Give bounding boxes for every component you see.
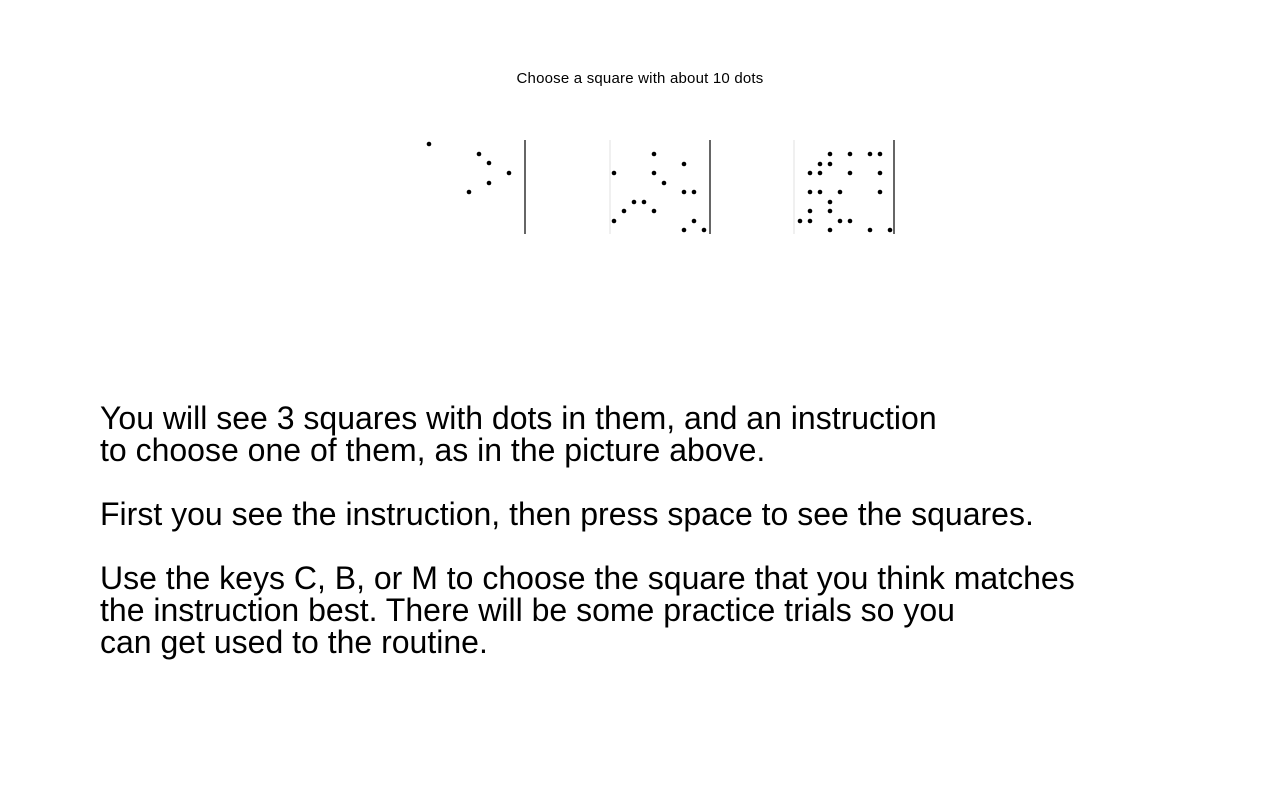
- dot: [877, 151, 883, 157]
- dot-group: [426, 141, 512, 195]
- dot: [877, 170, 883, 176]
- dot: [807, 218, 813, 224]
- dot: [621, 208, 627, 214]
- dot: [827, 199, 833, 205]
- dot: [807, 170, 813, 176]
- dot: [681, 189, 687, 195]
- dot: [651, 170, 657, 176]
- dot: [466, 189, 472, 195]
- dot: [817, 170, 823, 176]
- instructions-paragraph-1: You will see 3 squares with dots in them…: [100, 402, 1230, 466]
- dot: [691, 218, 697, 224]
- dot: [887, 227, 893, 233]
- instruction-line: Use the keys C, B, or M to choose the sq…: [100, 560, 1075, 596]
- dot: [837, 189, 843, 195]
- dot: [486, 160, 492, 166]
- instruction-line: to choose one of them, as in the picture…: [100, 432, 766, 468]
- dot-square-right: [793, 140, 895, 234]
- dot: [486, 180, 492, 186]
- dot: [691, 189, 697, 195]
- dot-group: [797, 151, 893, 233]
- dot: [827, 227, 833, 233]
- dot: [651, 151, 657, 157]
- dot-square-left: [426, 140, 526, 234]
- dot: [867, 227, 873, 233]
- dot: [807, 208, 813, 214]
- dot: [827, 161, 833, 167]
- dot: [877, 189, 883, 195]
- dot: [426, 141, 432, 147]
- instructions-paragraph-2: First you see the instruction, then pres…: [100, 498, 1230, 530]
- dot-group: [611, 151, 707, 233]
- dot-squares-figure: [0, 0, 1280, 300]
- dot-squares-svg: [426, 140, 895, 234]
- dot: [797, 218, 803, 224]
- dot: [847, 218, 853, 224]
- dot: [807, 189, 813, 195]
- dot: [641, 199, 647, 205]
- instructions-text: You will see 3 squares with dots in them…: [100, 402, 1230, 690]
- dot: [847, 151, 853, 157]
- dot: [827, 208, 833, 214]
- dot: [651, 208, 657, 214]
- dot: [611, 218, 617, 224]
- dot: [681, 227, 687, 233]
- dot: [506, 170, 512, 176]
- dot: [817, 161, 823, 167]
- dot: [847, 170, 853, 176]
- dot: [476, 151, 482, 157]
- dot-square-middle: [609, 140, 711, 234]
- instructions-paragraph-3: Use the keys C, B, or M to choose the sq…: [100, 562, 1230, 658]
- dot: [701, 227, 707, 233]
- dot: [817, 189, 823, 195]
- instruction-line: can get used to the routine.: [100, 624, 488, 660]
- instruction-line: You will see 3 squares with dots in them…: [100, 400, 937, 436]
- dot: [837, 218, 843, 224]
- dot: [661, 180, 667, 186]
- dot: [827, 151, 833, 157]
- instruction-line: First you see the instruction, then pres…: [100, 496, 1034, 532]
- instruction-line: the instruction best. There will be some…: [100, 592, 955, 628]
- dot: [681, 161, 687, 167]
- dot: [867, 151, 873, 157]
- dot: [631, 199, 637, 205]
- dot: [611, 170, 617, 176]
